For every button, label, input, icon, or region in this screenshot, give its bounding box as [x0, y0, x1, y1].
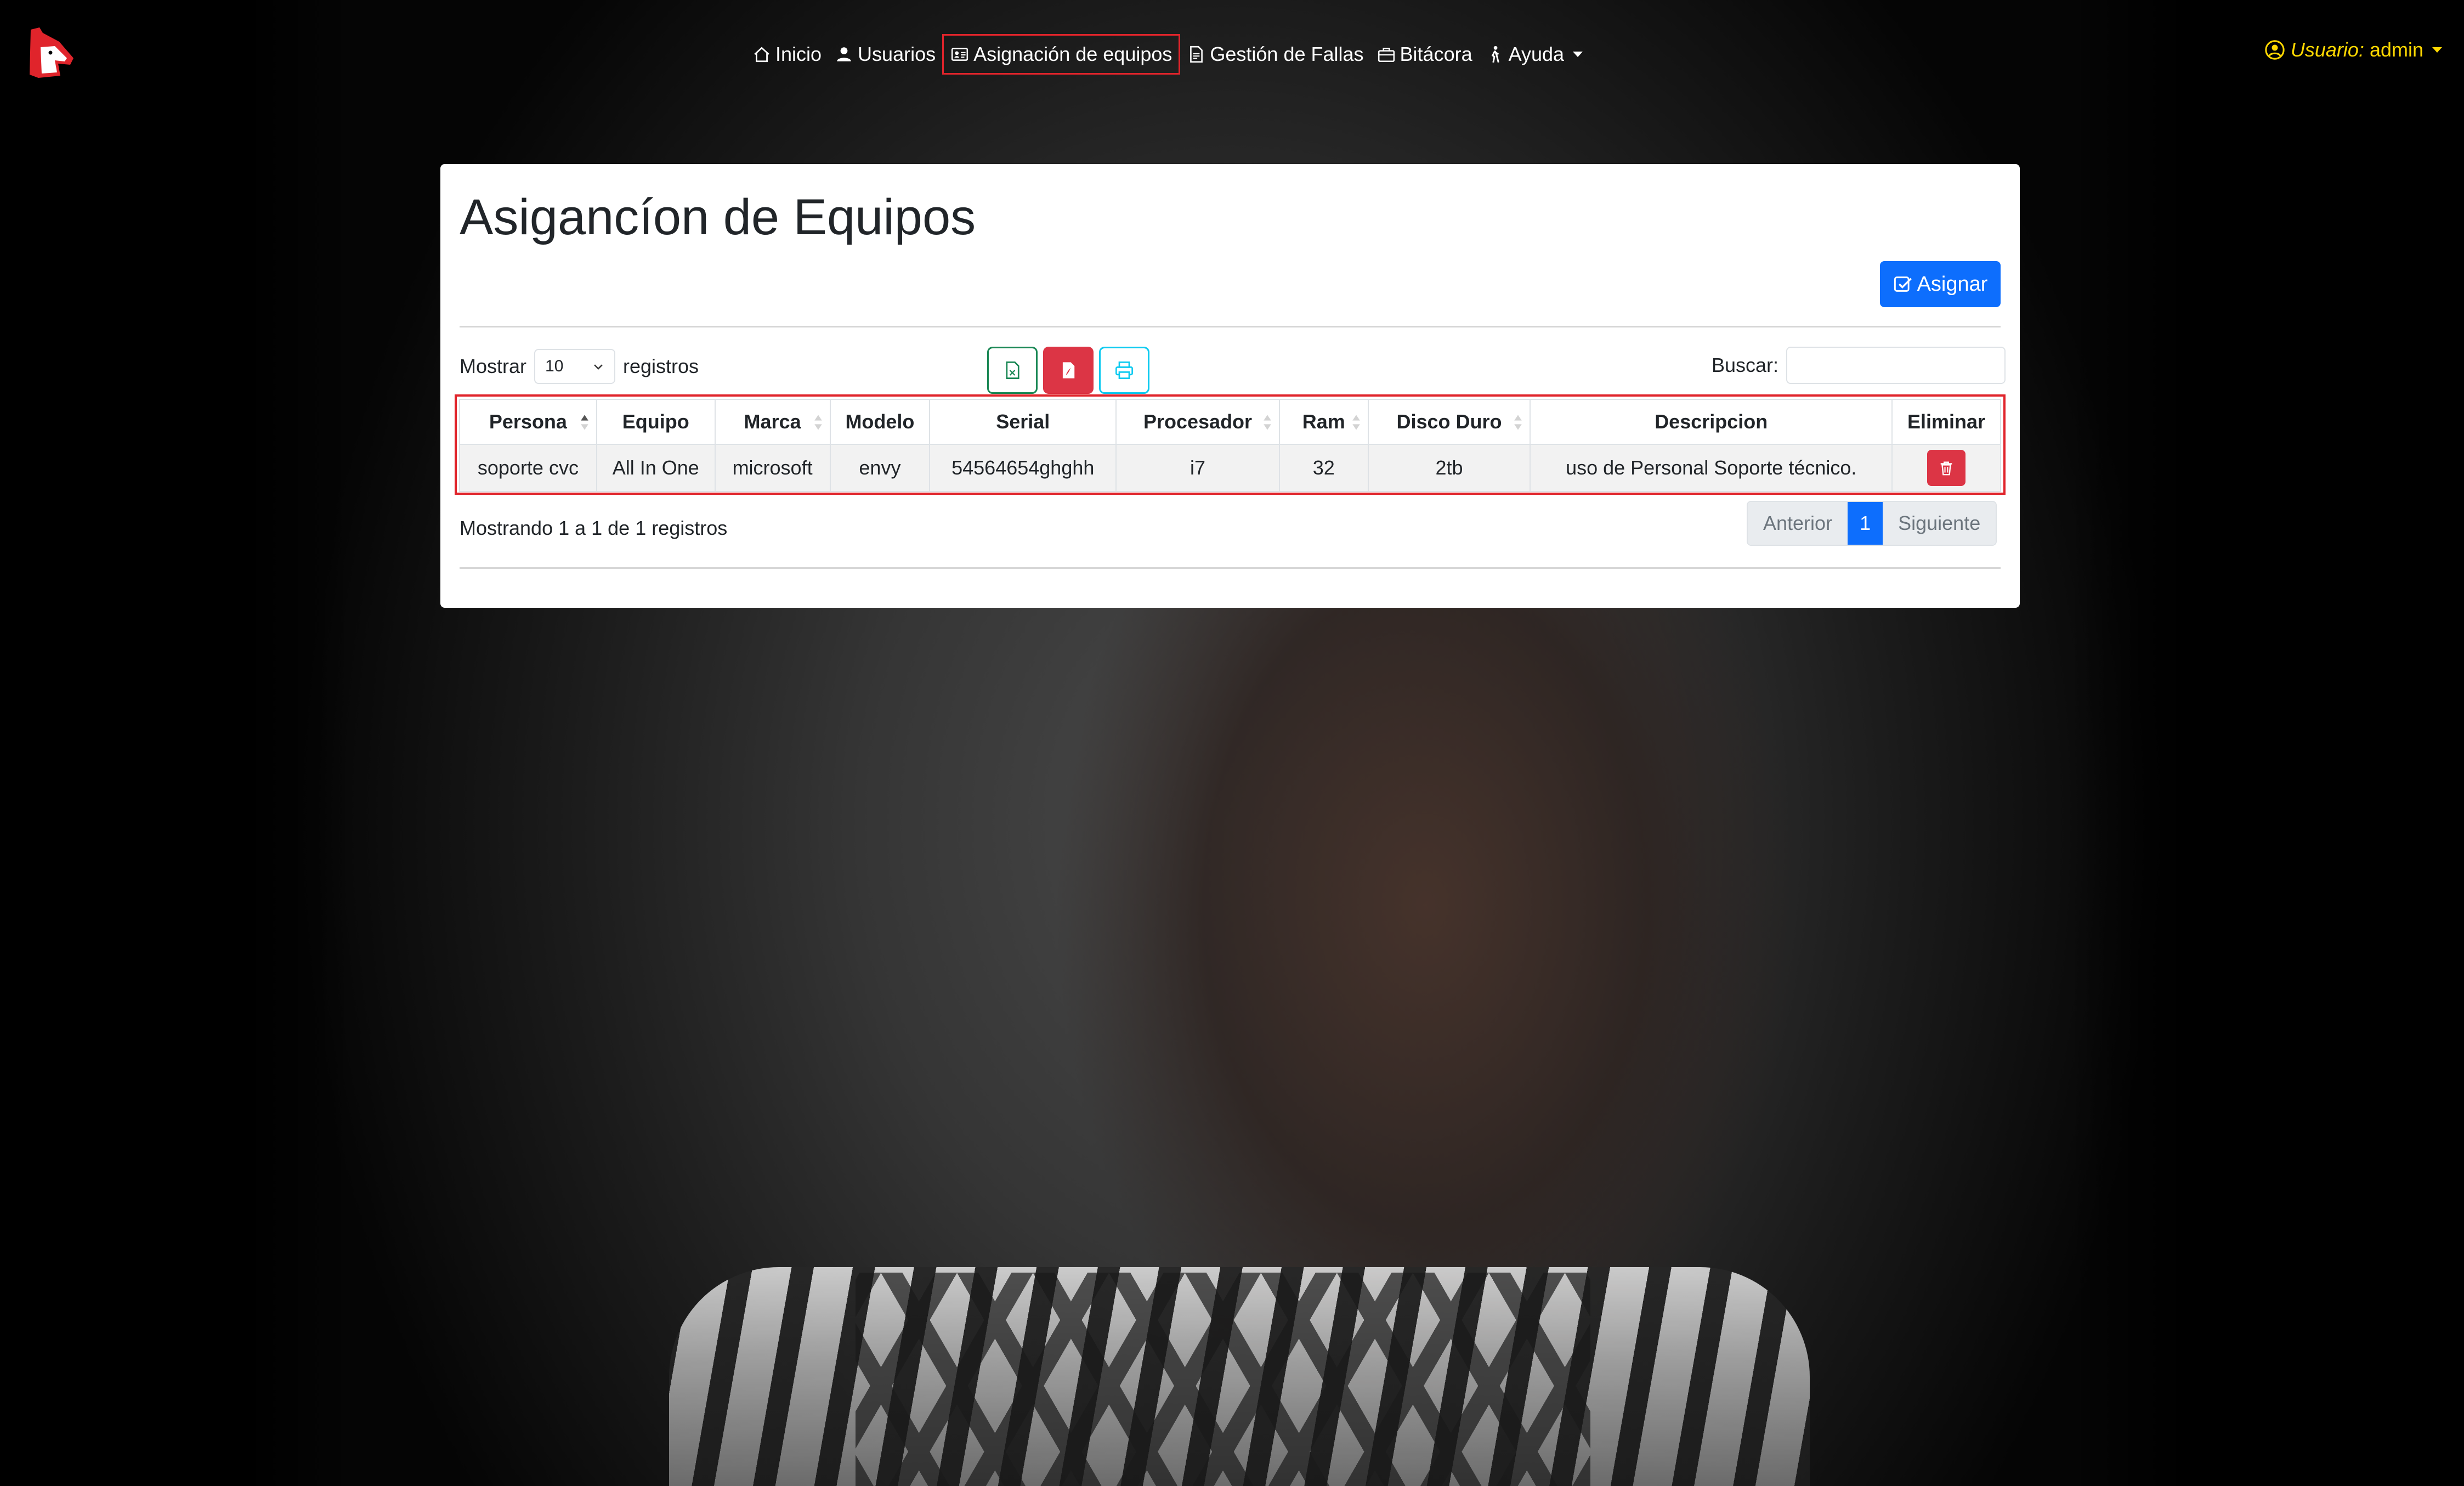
sort-icon [1264, 415, 1271, 430]
column-header-procesador[interactable]: Procesador [1115, 399, 1280, 445]
column-header-disco-duro[interactable]: Disco Duro [1367, 399, 1531, 445]
cell-disco-duro: 2tb [1367, 444, 1531, 492]
dog-logo-icon [30, 27, 73, 78]
cell-marca: microsoft [714, 444, 831, 492]
records-label: registros [623, 355, 699, 377]
column-header-descripcion[interactable]: Descripcion [1530, 399, 1893, 445]
cell-equipo: All In One [596, 444, 716, 492]
cell-modelo: envy [829, 444, 931, 492]
column-header-equipo[interactable]: Equipo [596, 399, 716, 445]
column-header-persona[interactable]: Persona [459, 399, 597, 445]
nav-label: Usuarios [858, 43, 936, 65]
user-circle-icon [2265, 40, 2285, 60]
table-info: Mostrando 1 a 1 de 1 registros [460, 517, 728, 539]
column-header-marca[interactable]: Marca [714, 399, 831, 445]
chevron-down-icon [1573, 52, 1583, 57]
column-header-serial[interactable]: Serial [929, 399, 1117, 445]
delete-button[interactable] [1927, 450, 1966, 486]
nav-item-ayuda[interactable]: Ayuda [1479, 34, 1589, 75]
navbar: Inicio Usuarios Asignación de equipos Ge… [0, 0, 2464, 110]
page-size-select[interactable]: 10 [534, 349, 616, 384]
sort-icon [814, 415, 822, 430]
briefcase-icon [1378, 48, 1395, 63]
check-square-icon [1894, 276, 1912, 292]
column-header-ram[interactable]: Ram [1278, 399, 1369, 445]
user-menu[interactable]: Usuario: admin [2264, 38, 2442, 61]
search-control: Buscar: [1712, 347, 2006, 384]
cell-ram: 32 [1278, 444, 1369, 492]
table-row: soporte cvc All In One microsoft envy 54… [459, 444, 2001, 492]
nav-item-asignacion[interactable]: Asignación de equipos [942, 34, 1181, 75]
nav-label: Gestión de Fallas [1210, 43, 1364, 65]
table-highlight: Persona Equipo Marca Modelo Serial Proce… [455, 394, 2006, 495]
nav-item-bitacora[interactable]: Bitácora [1370, 34, 1479, 75]
nav-item-gestion-fallas[interactable]: Gestión de Fallas [1180, 34, 1370, 75]
cell-procesador: i7 [1115, 444, 1280, 492]
print-button[interactable] [1099, 347, 1149, 394]
excel-icon [1006, 361, 1019, 379]
page-size-control: Mostrar 10 registros [460, 349, 699, 384]
pagination: Anterior 1 Siguiente [1747, 501, 1997, 546]
nav-item-usuarios[interactable]: Usuarios [828, 34, 942, 75]
cell-persona: soporte cvc [459, 444, 597, 492]
table-header-row: Persona Equipo Marca Modelo Serial Proce… [459, 399, 2001, 445]
export-pdf-button[interactable] [1043, 347, 1094, 394]
person-icon [837, 47, 851, 61]
assign-button[interactable]: Asignar [1880, 261, 2001, 307]
sort-icon [1514, 415, 1522, 430]
cell-serial: 54564654ghghh [929, 444, 1117, 492]
nav-links: Inicio Usuarios Asignación de equipos Ge… [746, 34, 1589, 75]
export-buttons [987, 347, 1149, 394]
cell-descripcion: uso de Personal Soporte técnico. [1530, 444, 1893, 492]
main-card: Asigancíon de Equipos Asignar Mostrar 10… [440, 164, 2020, 608]
nav-label: Bitácora [1400, 43, 1472, 65]
search-input[interactable] [1786, 347, 2006, 384]
background-fade-right [2069, 0, 2464, 1486]
pdf-icon [1062, 362, 1075, 378]
show-label: Mostrar [460, 355, 527, 377]
background-fade-left [0, 0, 351, 1486]
pagination-prev[interactable]: Anterior [1748, 502, 1848, 545]
page-size-value: 10 [545, 357, 564, 375]
trash-icon [1940, 461, 1952, 476]
cell-eliminar [1891, 444, 2001, 492]
chevron-down-icon [594, 364, 603, 370]
pagination-page-1[interactable]: 1 [1848, 502, 1883, 545]
column-header-eliminar: Eliminar [1891, 399, 2001, 445]
assignments-table: Persona Equipo Marca Modelo Serial Proce… [459, 399, 2001, 492]
nav-label: Inicio [775, 43, 822, 65]
user-name: admin [2369, 38, 2423, 61]
id-card-icon [951, 48, 968, 61]
brand-logo[interactable] [26, 25, 76, 80]
column-header-modelo[interactable]: Modelo [829, 399, 931, 445]
user-label: Usuario: [2290, 38, 2364, 61]
document-icon [1190, 46, 1203, 63]
assign-button-label: Asignar [1917, 272, 1988, 296]
sort-icon [1352, 415, 1360, 430]
pagination-next[interactable]: Siguiente [1883, 502, 1996, 545]
chevron-down-icon [2432, 47, 2442, 53]
nav-label: Asignación de equipos [973, 43, 1172, 65]
nav-item-inicio[interactable]: Inicio [746, 34, 828, 75]
divider [460, 567, 2001, 569]
divider [460, 326, 2001, 327]
printer-icon [1115, 361, 1133, 379]
house-icon [754, 47, 769, 63]
search-label: Buscar: [1712, 354, 1779, 376]
nav-label: Ayuda [1508, 43, 1565, 65]
sort-asc-icon [581, 415, 588, 430]
export-excel-button[interactable] [987, 347, 1038, 394]
page-title: Asigancíon de Equipos [460, 189, 976, 245]
tire-tread-graphic [856, 1273, 1590, 1486]
person-walking-icon [1491, 46, 1499, 63]
